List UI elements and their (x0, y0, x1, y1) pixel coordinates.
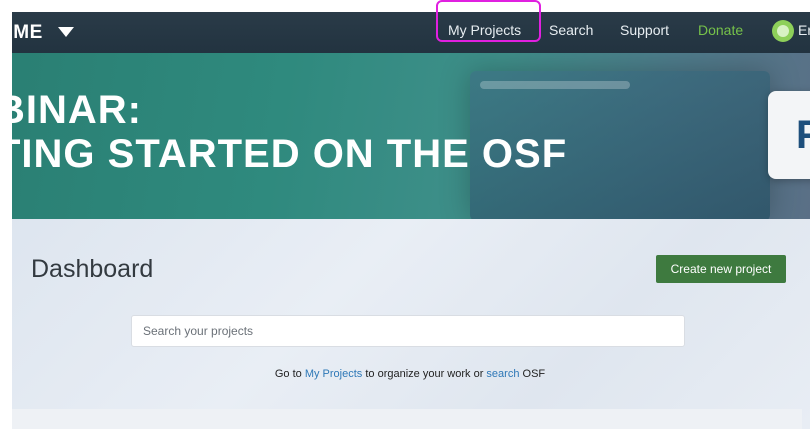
nav-search[interactable]: Search (549, 12, 593, 53)
navbar: OME My Projects Search Support Donate Er (0, 12, 810, 53)
banner-title-line2: TING STARTED ON THE OSF (0, 132, 568, 176)
banner-title-line1: BINAR: (0, 88, 142, 132)
create-project-button[interactable]: Create new project (656, 255, 786, 283)
avatar[interactable] (772, 20, 794, 42)
chevron-down-icon[interactable] (58, 27, 74, 37)
user-name[interactable]: Er (798, 12, 810, 53)
nav-support[interactable]: Support (620, 12, 669, 53)
page: OME My Projects Search Support Donate Er… (0, 0, 810, 429)
goto-suffix: OSF (519, 368, 546, 380)
search-input[interactable] (131, 315, 685, 347)
banner-card-letter: F (796, 113, 810, 157)
banner[interactable]: BINAR: TING STARTED ON THE OSF F (0, 53, 810, 219)
highlight-box (436, 0, 541, 42)
left-margin (0, 0, 12, 429)
banner-title: BINAR: TING STARTED ON THE OSF (0, 88, 567, 176)
dashboard-area: Dashboard Create new project Go to My Pr… (0, 219, 810, 429)
goto-prefix: Go to (274, 368, 305, 380)
top-margin (0, 0, 810, 12)
my-projects-link[interactable]: My Projects (305, 368, 362, 380)
banner-card: F (768, 91, 810, 179)
nav-donate[interactable]: Donate (698, 12, 743, 53)
goto-text: Go to My Projects to organize your work … (0, 368, 810, 380)
page-title: Dashboard (31, 255, 154, 283)
projects-panel (12, 409, 802, 429)
search-link[interactable]: search (486, 368, 519, 380)
goto-middle: to organize your work or (362, 368, 487, 380)
